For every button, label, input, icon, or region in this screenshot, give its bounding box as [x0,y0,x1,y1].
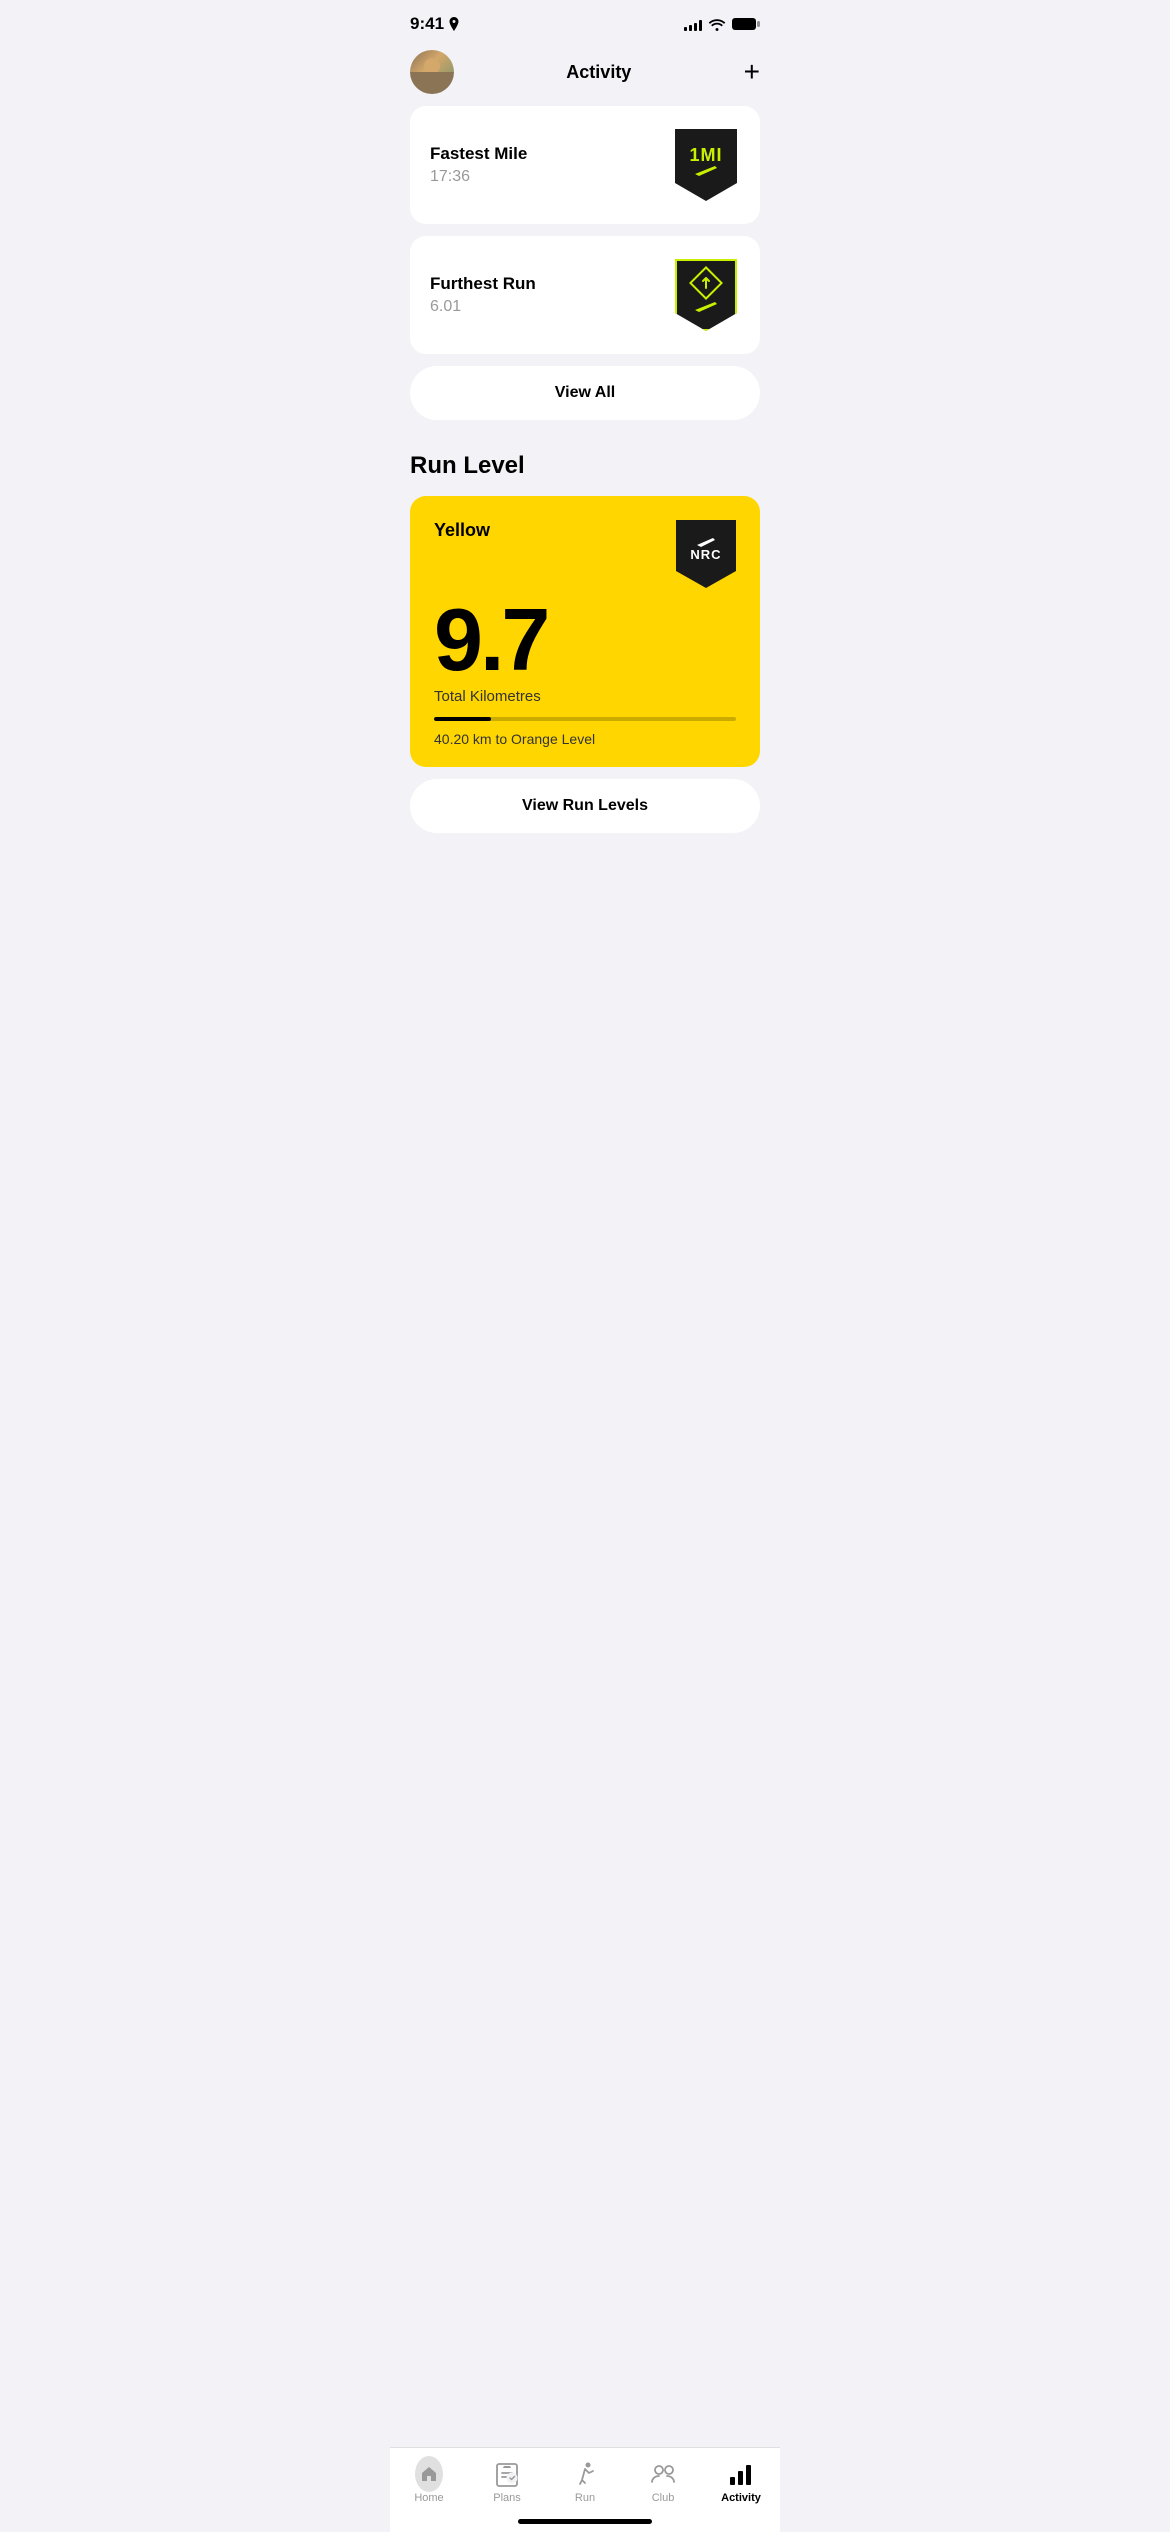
progress-bar-fill [434,717,491,721]
page-title: Activity [566,62,631,83]
run-level-card: Yellow NRC 9.7 Total Kilometres 40.20 km… [410,496,760,767]
nav-home-label: Home [414,2492,443,2504]
fastest-mile-info: Fastest Mile 17:36 [430,144,527,186]
fastest-mile-card[interactable]: Fastest Mile 17:36 1MI [410,106,760,224]
home-indicator [518,2519,652,2524]
nrc-swoosh-icon [697,538,715,547]
status-icons [684,17,760,31]
distance-arrow [699,276,713,290]
progress-bar-container [434,717,736,721]
nav-plans[interactable]: Plans [468,2460,546,2504]
furthest-run-value: 6.01 [430,298,536,316]
run-level-header: Yellow NRC [434,520,736,588]
fastest-mile-value: 17:36 [430,168,527,186]
signal-icon [684,17,702,31]
nav-run-label: Run [575,2492,595,2504]
activity-icon [727,2460,755,2488]
view-run-levels-button[interactable]: View Run Levels [410,779,760,833]
run-icon [571,2460,599,2488]
main-content: Fastest Mile 17:36 1MI Furthest Run 6.01 [390,106,780,849]
avatar-image [410,50,454,94]
run-level-next: 40.20 km to Orange Level [434,731,736,747]
furthest-run-info: Furthest Run 6.01 [430,274,536,316]
furthest-run-title: Furthest Run [430,274,536,294]
fastest-mile-title: Fastest Mile [430,144,527,164]
nav-club[interactable]: Club [624,2460,702,2504]
nrc-badge: NRC [676,520,736,588]
nav-activity-label: Activity [721,2492,761,2504]
plans-icon [493,2460,521,2488]
nav-home[interactable]: Home [390,2460,468,2504]
status-bar: 9:41 [390,0,780,42]
wifi-icon [708,17,726,31]
run-level-number: 9.7 [434,596,736,684]
avatar[interactable] [410,50,454,94]
location-icon [448,17,460,31]
view-all-button[interactable]: View All [410,366,760,420]
page-header: Activity + [390,42,780,106]
nav-activity[interactable]: Activity [702,2460,780,2504]
status-time: 9:41 [410,14,460,34]
run-level-name: Yellow [434,520,490,541]
club-icon [649,2460,677,2488]
add-button[interactable]: + [744,58,760,86]
distance-diamond [691,268,721,298]
nav-plans-label: Plans [493,2492,521,2504]
nike-swoosh-mile [695,166,717,176]
run-level-section-title: Run Level [410,452,760,480]
mile-badge: 1MI [672,126,740,204]
furthest-run-card[interactable]: Furthest Run 6.01 [410,236,760,354]
nav-run[interactable]: Run [546,2460,624,2504]
run-level-desc: Total Kilometres [434,688,736,705]
nike-swoosh-distance [695,302,717,312]
distance-badge [672,256,740,334]
home-icon [415,2460,443,2488]
nav-club-label: Club [652,2492,675,2504]
battery-icon [732,17,760,31]
